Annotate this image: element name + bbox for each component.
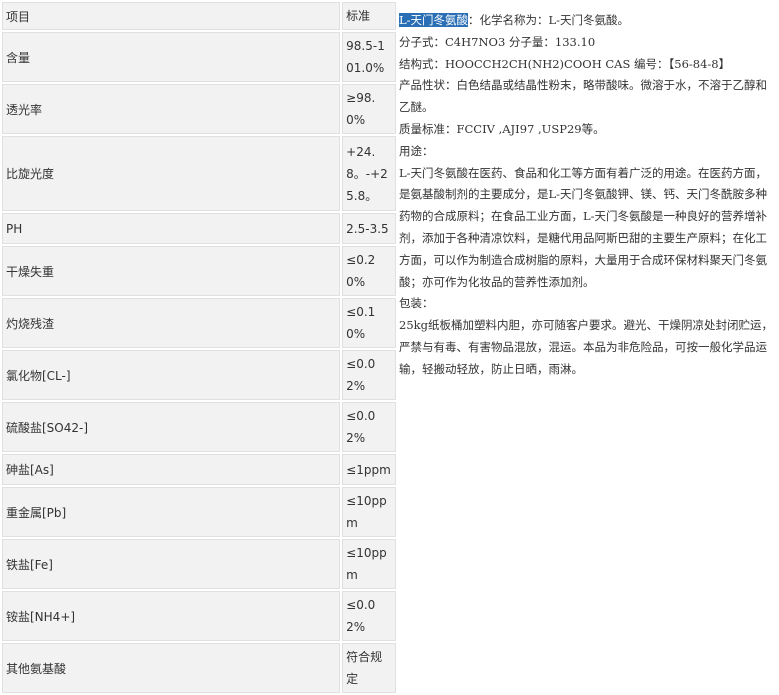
row-item: 透光率 (2, 84, 341, 134)
row-standard: ≤0.20% (342, 246, 396, 296)
table-row: 其他氨基酸 符合规定 (2, 643, 396, 693)
row-item: 重金属[Pb] (2, 487, 341, 537)
quality-line: 质量标准：FCCIV ,AJI97 ,USP29等。 (399, 121, 605, 136)
row-standard: ≤10ppm (342, 487, 396, 537)
row-standard: ≤0.02% (342, 591, 396, 641)
table-row: 干燥失重 ≤0.20% (2, 246, 396, 296)
table-row: 硫酸盐[SO42-] ≤0.02% (2, 402, 396, 452)
table-row: PH 2.5-3.5 (2, 213, 396, 244)
name-line: L-天门冬氨酸：化学名称为：L-天门冬氨酸。 (399, 10, 775, 32)
row-standard: ≤0.02% (342, 350, 396, 400)
row-item: 铵盐[NH4+] (2, 591, 341, 641)
table-row: 铁盐[Fe] ≤10ppm (2, 539, 396, 589)
row-standard: 98.5-101.0% (342, 32, 396, 82)
structure-line: 结构式：HOOCCH2CH(NH2)COOH CAS 编号：【56-84-8】 (399, 56, 731, 71)
header-item: 项目 (2, 2, 341, 30)
row-item: 其他氨基酸 (2, 643, 341, 693)
row-item: 砷盐[As] (2, 454, 341, 485)
table-row: 氯化物[CL-] ≤0.02% (2, 350, 396, 400)
row-standard: ≤0.02% (342, 402, 396, 452)
row-item: 硫酸盐[SO42-] (2, 402, 341, 452)
row-standard: ≤1ppm (342, 454, 396, 485)
row-standard: 符合规定 (342, 643, 396, 693)
table-row: 重金属[Pb] ≤10ppm (2, 487, 396, 537)
table-header-row: 项目 标准 (2, 2, 396, 30)
table-row: 透光率 ≥98.0% (2, 84, 396, 134)
row-item: 比旋光度 (2, 136, 341, 211)
packing-title: 包装： (399, 296, 434, 311)
formula-line: 分子式：C4H7NO3 分子量：133.10 (399, 34, 596, 49)
spec-table: 项目 标准 含量 98.5-101.0% 透光率 ≥98.0% 比旋光度 +24… (0, 0, 398, 695)
row-standard: ≤10ppm (342, 539, 396, 589)
row-standard: 2.5-3.5 (342, 213, 396, 244)
row-item: PH (2, 213, 341, 244)
packing-paragraph: 25kg纸板桶加塑料内胆，亦可随客户要求。避光、干燥阴凉处封闭贮运，严禁与有毒、… (399, 318, 773, 376)
header-standard: 标准 (342, 2, 396, 30)
table-row: 灼烧残渣 ≤0.10% (2, 298, 396, 348)
row-item: 灼烧残渣 (2, 298, 341, 348)
table-row: 含量 98.5-101.0% (2, 32, 396, 82)
row-item: 铁盐[Fe] (2, 539, 341, 589)
product-description: L-天门冬氨酸：化学名称为：L-天门冬氨酸。 分子式：C4H7NO3 分子量：1… (399, 10, 775, 381)
row-item: 含量 (2, 32, 341, 82)
row-standard: +24.8。-+25.8。 (342, 136, 396, 211)
usage-title: 用途： (399, 143, 434, 158)
table-row: 铵盐[NH4+] ≤0.02% (2, 591, 396, 641)
usage-paragraph: L-天门冬氨酸在医药、食品和化工等方面有着广泛的用途。在医药方面，是氨基酸制剂的… (399, 165, 768, 289)
table-row: 比旋光度 +24.8。-+25.8。 (2, 136, 396, 211)
row-standard: ≤0.10% (342, 298, 396, 348)
table-row: 砷盐[As] ≤1ppm (2, 454, 396, 485)
properties-paragraph: 产品性状：白色结晶或结晶性粉末，略带酸味。微溶于水，不溶于乙醇和乙醚。 (399, 78, 767, 115)
name-line-text: ：化学名称为：L-天门冬氨酸。 (468, 13, 630, 27)
row-standard: ≥98.0% (342, 84, 396, 134)
selected-product-link[interactable]: L-天门冬氨酸 (399, 13, 469, 27)
row-item: 干燥失重 (2, 246, 341, 296)
row-item: 氯化物[CL-] (2, 350, 341, 400)
